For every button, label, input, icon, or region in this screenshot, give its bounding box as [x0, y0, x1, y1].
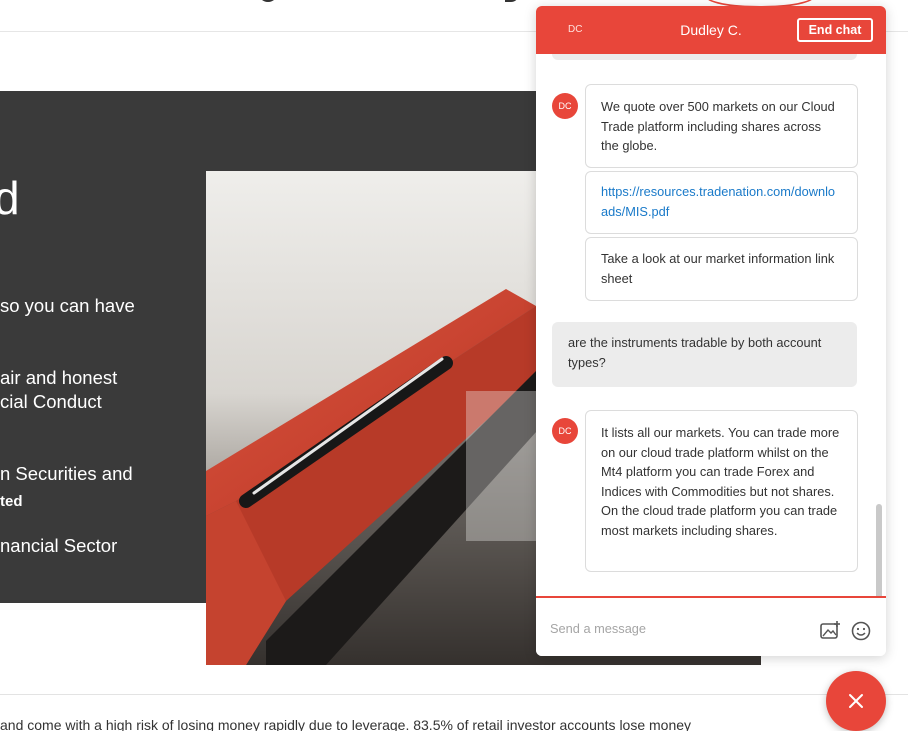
close-chat-button[interactable] — [826, 671, 886, 731]
market-info-link[interactable]: https://resources.tradenation.com/downlo… — [601, 184, 835, 219]
risk-warning-bar: and come with a high risk of losing mone… — [0, 694, 908, 731]
nav-text-fragment — [505, 0, 519, 2]
nav-text-fragment — [258, 0, 278, 2]
message-input[interactable] — [550, 618, 805, 638]
agent-message: We quote over 500 markets on our Cloud T… — [585, 84, 858, 168]
risk-warning-text: and come with a high risk of losing mone… — [0, 717, 692, 731]
hero-paragraph-2: cial Conduct n Securities and nancial Se… — [0, 391, 133, 700]
chat-widget: DC Dudley C. End chat DC We quote over 5… — [536, 6, 886, 656]
hero-heading: d — [0, 172, 20, 224]
message-list: DC We quote over 500 markets on our Clou… — [536, 54, 886, 596]
agent-message: https://resources.tradenation.com/downlo… — [585, 171, 858, 234]
add-image-icon[interactable] — [819, 620, 841, 642]
close-icon — [849, 694, 863, 708]
agent-message: Take a look at our market information li… — [585, 237, 858, 301]
user-message: are the instruments tradable by both acc… — [552, 322, 857, 387]
agent-message: It lists all our markets. You can trade … — [585, 410, 858, 572]
message-list-scrollbar[interactable] — [876, 504, 882, 596]
message-composer — [536, 596, 886, 656]
previous-message-bubble — [552, 54, 857, 60]
emoji-icon[interactable] — [850, 620, 872, 642]
chat-header: DC Dudley C. End chat — [536, 6, 886, 54]
page: d so you can have air and honest cial Co… — [0, 0, 908, 731]
end-chat-button[interactable]: End chat — [797, 18, 873, 42]
hero-link[interactable]: ted — [0, 493, 23, 510]
agent-message-avatar: DC — [552, 93, 578, 119]
agent-message-avatar: DC — [552, 418, 578, 444]
